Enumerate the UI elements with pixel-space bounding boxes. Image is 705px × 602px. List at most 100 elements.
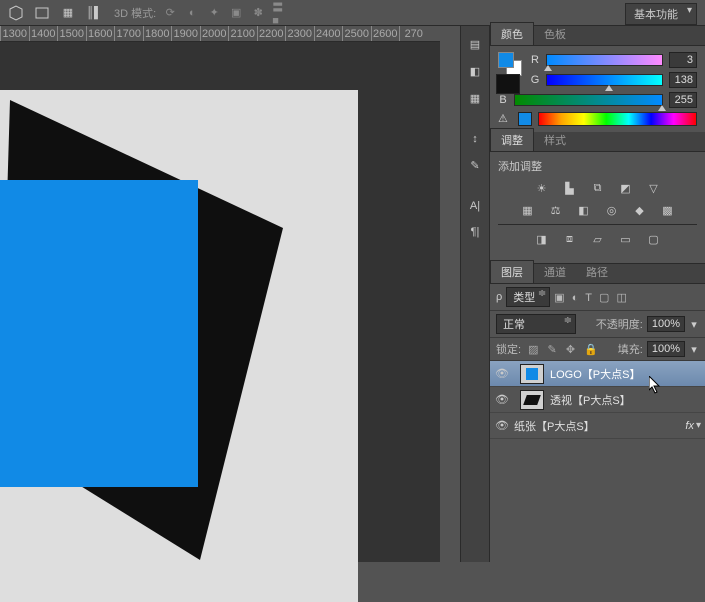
photo-filter-icon[interactable]: ◎ (603, 202, 621, 218)
r-value[interactable]: 3 (669, 52, 697, 68)
levels-icon[interactable]: ▙ (561, 180, 579, 196)
ruler-tick: 2400 (314, 26, 343, 41)
lut-icon[interactable]: ▩ (659, 202, 677, 218)
opacity-label: 不透明度: (596, 316, 643, 332)
tab-color[interactable]: 颜色 (490, 22, 534, 45)
lock-label: 锁定: (496, 341, 521, 357)
lock-position-icon[interactable]: ✥ (566, 344, 575, 356)
layer-item-perspective[interactable]: 👁 透视【P大点S】 (490, 387, 705, 413)
vibrance-icon[interactable]: ▽ (645, 180, 663, 196)
threshold-icon[interactable]: ▱ (589, 231, 607, 247)
tab-styles[interactable]: 样式 (534, 129, 576, 151)
b-value[interactable]: 255 (669, 92, 697, 108)
ruler-tick: 2000 (200, 26, 229, 41)
fill-label: 填充: (618, 341, 643, 357)
hue-icon[interactable]: ▦ (519, 202, 537, 218)
mode-icon-5[interactable]: ✽ (250, 5, 266, 21)
layer-name[interactable]: LOGO【P大点S】 (550, 366, 701, 382)
brushes-icon[interactable]: ✎ (470, 159, 479, 172)
filter-type-icon[interactable]: T (585, 292, 592, 304)
brightness-icon[interactable]: ☀ (533, 180, 551, 196)
lock-pixels-icon[interactable]: ▨ (528, 344, 538, 356)
color-panel: R 3 G 138 B 255 ⚠ (490, 46, 705, 132)
workspace-dropdown[interactable]: 基本功能 (625, 3, 697, 25)
filter-shape-icon[interactable]: ▢ (599, 292, 609, 304)
fill-stepper[interactable]: ▾ (689, 343, 699, 356)
layer-name[interactable]: 纸张【P大点S】 (514, 418, 685, 434)
gamut-warning-icon[interactable]: ⚠ (498, 112, 512, 126)
opacity-stepper[interactable]: ▾ (689, 318, 699, 331)
filter-smart-icon[interactable]: ◫ (617, 292, 627, 304)
color-swatches[interactable] (498, 52, 522, 76)
tab-swatches[interactable]: 色板 (534, 23, 576, 45)
exposure-icon[interactable]: ◩ (617, 180, 635, 196)
3d-box-icon[interactable] (8, 5, 24, 21)
selective-color-icon[interactable]: ▢ (645, 231, 663, 247)
ruler-tick: 270 (399, 26, 428, 41)
spectrum-strip[interactable] (538, 112, 697, 126)
g-value[interactable]: 138 (669, 72, 697, 88)
blend-mode-dropdown[interactable]: 正常 (496, 314, 576, 334)
g-label: G (530, 74, 540, 86)
tab-channels[interactable]: 通道 (534, 261, 576, 283)
visibility-icon[interactable]: 👁 (490, 367, 514, 380)
layer-thumbnail[interactable] (520, 390, 544, 410)
fx-expand-icon[interactable]: ▾ (696, 420, 701, 431)
tab-adjustments[interactable]: 调整 (490, 128, 534, 151)
opacity-value[interactable]: 100% (647, 316, 685, 332)
3d-card-icon[interactable] (34, 5, 50, 21)
3d-tool4-icon[interactable]: ║▌ (86, 5, 102, 21)
tab-layers[interactable]: 图层 (490, 260, 534, 283)
adjustments-panel: 添加调整 ☀ ▙ ⧉ ◩ ▽ ▦ ⚖ ◧ ◎ ◆ ▩ ◨ ⧈ ▱ ▭ ▢ (490, 152, 705, 263)
fill-value[interactable]: 100% (647, 341, 685, 357)
ruler-tick: 1800 (143, 26, 172, 41)
character-icon[interactable]: A| (470, 200, 480, 212)
layer-thumbnail[interactable] (520, 364, 544, 384)
actions-icon[interactable]: ▦ (470, 92, 480, 105)
layer-fx-badge[interactable]: fx (685, 420, 694, 432)
ruler-horizontal[interactable]: 1300 1400 1500 1600 1700 1800 1900 2000 … (0, 26, 440, 42)
ruler-tick: 2100 (228, 26, 257, 41)
filter-kind-dropdown[interactable]: 类型 (506, 287, 550, 307)
balance-icon[interactable]: ⚖ (547, 202, 565, 218)
gradient-map-icon[interactable]: ▭ (617, 231, 635, 247)
canvas[interactable] (0, 42, 440, 562)
3d-tool3-icon[interactable]: ▦ (60, 5, 76, 21)
curves-icon[interactable]: ⧉ (589, 180, 607, 196)
ruler-tick: 1700 (114, 26, 143, 41)
filter-icon[interactable]: ρ (496, 291, 502, 303)
lock-all-icon[interactable]: 🔒 (584, 344, 598, 356)
mode-icon-4[interactable]: ▣ (228, 5, 244, 21)
filter-adjust-icon[interactable]: ◐ (572, 292, 579, 304)
r-slider[interactable] (546, 54, 663, 66)
bw-icon[interactable]: ◧ (575, 202, 593, 218)
ruler-tick: 1400 (29, 26, 58, 41)
history-icon[interactable]: ▤ (470, 38, 480, 51)
filter-pixel-icon[interactable]: ▣ (554, 292, 564, 304)
visibility-icon[interactable]: 👁 (490, 393, 514, 406)
r-label: R (530, 54, 540, 66)
mode-icon-2[interactable]: ◐ (184, 5, 200, 21)
mode-icon-3[interactable]: ✦ (206, 5, 222, 21)
mode-label: 3D 模式: (114, 5, 156, 21)
layer-item-logo[interactable]: 👁 LOGO【P大点S】 (490, 361, 705, 387)
posterize-icon[interactable]: ⧈ (561, 231, 579, 247)
b-slider[interactable] (514, 94, 663, 106)
layer-item-paper[interactable]: 👁 纸张【P大点S】 fx ▾ (490, 413, 705, 439)
g-slider[interactable] (546, 74, 663, 86)
layer-name[interactable]: 透视【P大点S】 (550, 392, 701, 408)
tab-paths[interactable]: 路径 (576, 261, 618, 283)
gamut-cube-icon[interactable] (518, 112, 532, 126)
visibility-icon[interactable]: 👁 (490, 419, 514, 432)
paragraph-icon[interactable]: ¶| (471, 226, 480, 238)
brush-presets-icon[interactable]: ↕ (472, 133, 478, 145)
invert-icon[interactable]: ◨ (533, 231, 551, 247)
mode-icon-1[interactable]: ⟳ (162, 5, 178, 21)
color-panel-tabs: 颜色 色板 (490, 26, 705, 46)
channel-mixer-icon[interactable]: ◆ (631, 202, 649, 218)
layers-panel: 图层 通道 路径 ρ 类型 ▣ ◐ T ▢ ◫ 正常 不透明度: 100% ▾ … (490, 263, 705, 562)
lock-brush-icon[interactable]: ✎ (548, 344, 557, 356)
fg-swatch[interactable] (498, 52, 514, 68)
mode-icon-6[interactable]: 〓■ (272, 5, 288, 21)
properties-icon[interactable]: ◧ (470, 65, 480, 78)
